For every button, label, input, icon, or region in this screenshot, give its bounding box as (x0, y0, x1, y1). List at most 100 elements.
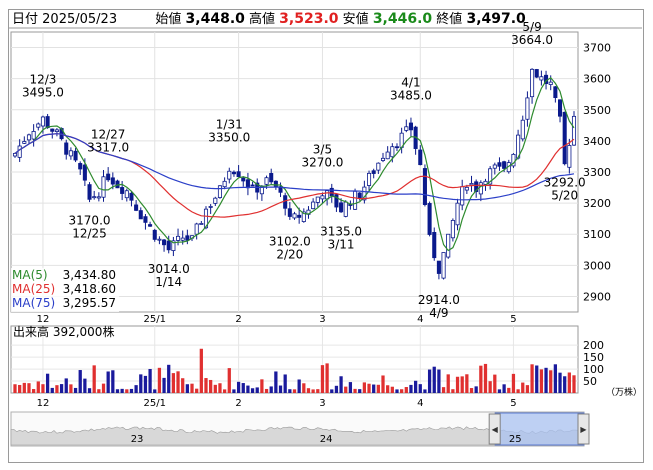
candle-body (408, 122, 413, 131)
navigator-right-handle-icon: ▶ (580, 425, 587, 434)
volume-bar (227, 368, 231, 393)
volume-bar (92, 365, 96, 393)
month-tick-label: 25/1 (144, 398, 166, 409)
price-annotation: 3495.0 (22, 85, 64, 99)
candle-body (380, 157, 386, 161)
volume-bar (157, 367, 162, 393)
candle-body (325, 190, 330, 200)
month-tick-label: 4 (417, 398, 423, 409)
month-tick-label: 5 (510, 398, 516, 409)
candle-body (329, 187, 334, 197)
candle-body (148, 224, 153, 227)
volume-bar (530, 364, 534, 393)
month-tick-label: 4 (417, 314, 423, 325)
volume-bar (73, 387, 78, 393)
volume-bar (55, 385, 59, 393)
volume-bar (97, 389, 101, 393)
volume-bar (278, 385, 283, 393)
month-tick-label: 12 (37, 398, 50, 409)
volume-bar (195, 388, 199, 393)
volume-bar (483, 363, 488, 393)
month-tick-label: 2 (235, 314, 241, 325)
price-annotation: 3317.0 (87, 141, 129, 155)
price-tick-label: 2900 (583, 290, 611, 303)
volume-bar (516, 389, 520, 393)
volume-tick-label: 100 (583, 363, 604, 376)
navigator-left-handle-icon: ◀ (492, 425, 499, 434)
candle-body (162, 239, 167, 246)
candle-body (213, 197, 218, 204)
candle-body (520, 119, 525, 140)
volume-bar (143, 375, 148, 393)
navigator-year-label: 24 (320, 434, 333, 445)
volume-bar (507, 387, 511, 393)
volume-bar (465, 374, 469, 393)
volume-bar (264, 388, 269, 393)
volume-bar (362, 382, 367, 393)
candle-body (469, 183, 474, 186)
price-annotation: 3485.0 (390, 88, 432, 102)
candle-body (26, 134, 32, 141)
candle-body (478, 182, 483, 195)
candle-body (450, 219, 455, 239)
candle-body (315, 196, 320, 203)
candle-body (194, 223, 199, 235)
volume-bar (376, 384, 380, 393)
volume-bar (274, 371, 278, 393)
volume-bar (246, 385, 250, 393)
candle-body (152, 229, 157, 240)
volume-bar (148, 368, 152, 393)
candle-body (180, 237, 185, 241)
volume-bar (423, 389, 427, 393)
candle-body (36, 123, 41, 128)
volume-bar (59, 384, 64, 393)
volume-bar (521, 382, 525, 393)
candle-body (269, 173, 274, 183)
candle-body (464, 186, 469, 191)
volume-bar (120, 388, 124, 393)
volume-bar (320, 365, 325, 393)
candle-body (120, 187, 125, 194)
volume-bar (283, 374, 287, 393)
month-tick-label: 2 (235, 398, 241, 409)
candle-body (376, 162, 381, 171)
candle-body (185, 235, 190, 241)
volume-bar (22, 382, 26, 393)
volume-bar (218, 383, 222, 393)
volume-bar (311, 389, 315, 393)
candle-body (567, 145, 572, 168)
candle-body (390, 146, 395, 158)
volume-bar (45, 373, 50, 393)
candle-body (110, 177, 115, 185)
candle-body (157, 238, 162, 241)
price-annotation: 2914.0 (418, 293, 460, 307)
candle-body (455, 202, 460, 226)
navigator-layer: 23 24 25 ◀ ▶ (10, 411, 590, 447)
candle-body (557, 99, 563, 117)
volume-bar (176, 371, 180, 393)
volume-bar (451, 389, 455, 393)
volume-bar (544, 367, 548, 393)
candle-body (530, 68, 535, 98)
volume-bar (101, 383, 106, 393)
volume-bar (134, 385, 138, 393)
volume-bar (209, 379, 213, 393)
volume-bar (199, 348, 203, 393)
candle-body (553, 86, 558, 98)
volume-bar (409, 384, 413, 393)
candle-body (292, 213, 297, 219)
price-tick-label: 3400 (583, 135, 611, 148)
candle-body (394, 146, 400, 149)
candle-body (339, 202, 344, 213)
candle-body (385, 151, 390, 160)
candle-body (353, 190, 358, 210)
volume-bar (241, 383, 245, 393)
volume-bar (27, 383, 31, 393)
legend-ma-name: MA(75) (12, 296, 55, 310)
candle-body (78, 163, 83, 170)
volume-bar (390, 386, 394, 393)
price-annotation: 3664.0 (511, 33, 553, 47)
volume-bar (367, 383, 371, 393)
legend-ma-name: MA(5) (12, 268, 48, 282)
candle-body (87, 184, 92, 200)
